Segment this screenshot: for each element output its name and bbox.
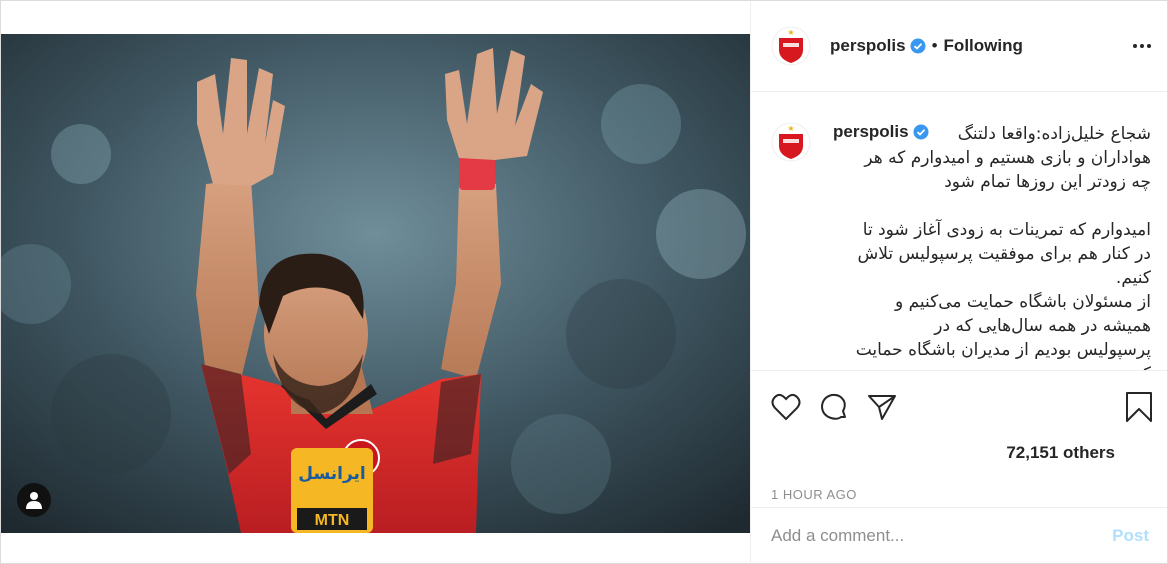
wristband <box>459 156 495 190</box>
post-photo: ★ ایرانسل MTN <box>1 34 750 533</box>
add-comment-bar: Post <box>751 507 1167 563</box>
post-comment-button[interactable]: Post <box>1112 526 1149 546</box>
caption: perspolis شجاع خلیل‌زاده:واقعا دلتنگ هوا… <box>833 122 1151 370</box>
caption-avatar[interactable]: ★ <box>771 122 811 162</box>
user-tag-icon[interactable] <box>17 483 51 517</box>
comments-area: ★ perspolis شجاع خلیل‌زاده:واقعا دلتنگ ه… <box>751 92 1167 371</box>
action-bar <box>751 379 1167 435</box>
avatar[interactable]: ★ <box>771 26 811 66</box>
comment-input[interactable] <box>771 525 1113 546</box>
svg-text:★: ★ <box>787 28 794 37</box>
caption-text: هواداران و بازی هستیم و امیدوارم که هر چ… <box>855 148 1151 370</box>
perspolis-logo-icon: ★ <box>771 26 811 66</box>
verified-badge-icon <box>910 38 926 54</box>
separator-dot: • <box>931 36 938 55</box>
caption-username-link[interactable]: perspolis <box>833 122 909 142</box>
post-header: ★ perspolis • Following <box>751 1 1167 92</box>
perspolis-logo-icon: ★ <box>771 122 811 162</box>
jersey-sponsor: ایرانسل MTN <box>291 448 373 533</box>
more-options-icon[interactable] <box>1133 44 1151 48</box>
bookmark-icon[interactable] <box>1125 391 1153 423</box>
verified-badge-icon <box>913 124 929 140</box>
svg-text:MTN: MTN <box>315 512 350 529</box>
post-media: ★ ایرانسل MTN <box>1 1 750 563</box>
comment-icon[interactable] <box>819 392 849 422</box>
svg-text:★: ★ <box>787 124 794 133</box>
player-photo: ★ ایرانسل MTN <box>1 34 750 533</box>
following-button[interactable]: Following <box>944 36 1023 56</box>
post-timestamp[interactable]: 1 HOUR AGO <box>751 487 1167 507</box>
post-side-panel: ★ perspolis • Following ★ perspolis شجاع… <box>750 1 1167 563</box>
heart-icon[interactable] <box>771 393 801 421</box>
svg-text:ایرانسل: ایرانسل <box>298 464 365 484</box>
post-modal: ★ ایرانسل MTN <box>0 0 1168 564</box>
share-icon[interactable] <box>867 393 897 421</box>
caption-text-line: شجاع خلیل‌زاده:واقعا دلتنگ <box>957 124 1151 144</box>
username-link[interactable]: perspolis <box>830 36 906 56</box>
likes-count[interactable]: 72,151 others <box>751 443 1167 467</box>
